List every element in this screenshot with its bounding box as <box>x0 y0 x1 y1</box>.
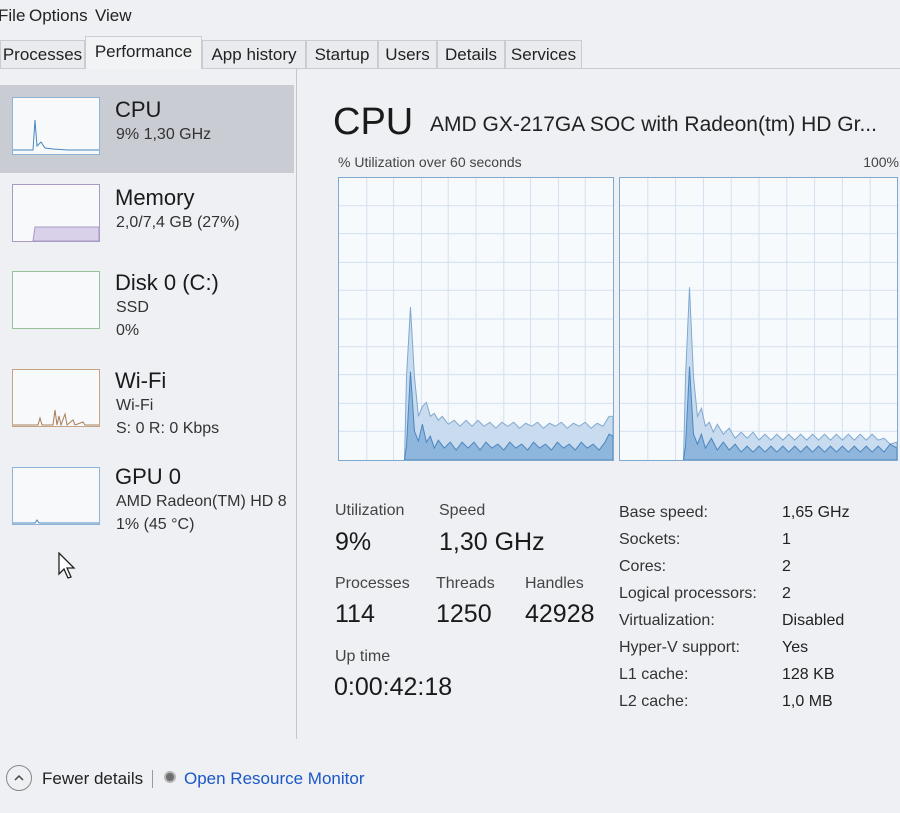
prop-label-hyperv: Hyper-V support: <box>619 639 740 656</box>
prop-label-virtualization: Virtualization: <box>619 612 715 629</box>
footer-bar: Fewer details Open Resource Monitor <box>0 740 900 813</box>
cpu-detail-panel: CPU AMD GX-217GA SOC with Radeon(tm) HD … <box>297 69 900 739</box>
resource-sidebar: CPU 9% 1,30 GHz Memory 2,0/7,4 GB (27%) … <box>0 69 297 739</box>
disk-thumbnail-graph <box>12 271 100 329</box>
sidebar-item-subtitle: Wi-Fi <box>116 397 154 414</box>
chevron-up-icon[interactable] <box>6 765 32 791</box>
fewer-details-button[interactable]: Fewer details <box>42 769 143 789</box>
sidebar-item-subtitle: AMD Radeon(TM) HD 8 <box>116 493 287 510</box>
sidebar-item-cpu[interactable]: CPU 9% 1,30 GHz <box>0 85 294 173</box>
prop-value-hyperv: Yes <box>782 639 809 656</box>
sidebar-item-title: Wi-Fi <box>115 368 167 393</box>
uptime-value: 0:00:42:18 <box>334 673 453 701</box>
sidebar-item-detail: S: 0 R: 0 Kbps <box>116 420 220 437</box>
speed-value: 1,30 GHz <box>439 528 545 556</box>
tab-details[interactable]: Details <box>437 40 505 68</box>
tab-bar: Processes Performance App history Startu… <box>0 36 900 69</box>
menu-bar: File Options View <box>0 0 900 30</box>
handles-value: 42928 <box>525 600 595 628</box>
tab-services[interactable]: Services <box>505 40 582 68</box>
threads-label: Threads <box>436 575 495 592</box>
prop-label-sockets: Sockets: <box>619 531 681 548</box>
tab-startup[interactable]: Startup <box>306 40 378 68</box>
uptime-label: Up time <box>335 648 391 665</box>
threads-value: 1250 <box>436 600 492 628</box>
sidebar-item-subtitle: 2,0/7,4 GB (27%) <box>116 214 240 231</box>
wifi-thumbnail-graph <box>12 369 100 427</box>
prop-value-cores: 2 <box>782 558 791 575</box>
tab-processes[interactable]: Processes <box>0 40 85 68</box>
core-1-utilization-graph <box>619 177 898 461</box>
prop-value-sockets: 1 <box>782 531 791 548</box>
sidebar-item-subtitle: 9% 1,30 GHz <box>116 126 212 143</box>
prop-value-base-speed: 1,65 GHz <box>782 504 850 521</box>
prop-value-l2-cache: 1,0 MB <box>782 693 833 710</box>
cpu-thumbnail-graph <box>12 97 100 155</box>
gpu-thumbnail-graph <box>12 467 100 525</box>
processes-label: Processes <box>335 575 410 592</box>
tab-users[interactable]: Users <box>378 40 437 68</box>
mouse-cursor-icon <box>58 552 76 579</box>
sidebar-item-title: GPU 0 <box>115 464 182 489</box>
resource-monitor-icon <box>164 771 176 783</box>
prop-label-cores: Cores: <box>619 558 667 575</box>
core-0-utilization-graph <box>338 177 614 461</box>
cpu-model-name: AMD GX-217GA SOC with Radeon(tm) HD Gr..… <box>430 113 877 136</box>
prop-value-logical-processors: 2 <box>782 585 791 602</box>
footer-divider <box>152 770 153 788</box>
sidebar-item-title: CPU <box>115 97 162 122</box>
sidebar-item-disk[interactable]: Disk 0 (C:) SSD 0% <box>0 259 294 347</box>
sidebar-item-wifi[interactable]: Wi-Fi Wi-Fi S: 0 R: 0 Kbps <box>0 357 294 445</box>
memory-thumbnail-graph <box>12 184 100 242</box>
open-resource-monitor-link[interactable]: Open Resource Monitor <box>184 769 364 789</box>
sidebar-item-detail: 0% <box>116 322 140 339</box>
graph-max-label: 100% <box>863 154 899 170</box>
menu-options[interactable]: Options <box>29 6 88 26</box>
utilization-label: Utilization <box>335 502 405 519</box>
sidebar-item-title: Disk 0 (C:) <box>115 270 219 295</box>
tab-performance[interactable]: Performance <box>85 36 202 69</box>
utilization-value: 9% <box>335 528 372 556</box>
sidebar-item-gpu[interactable]: GPU 0 AMD Radeon(TM) HD 8 1% (45 °C) <box>0 455 294 543</box>
prop-label-l2-cache: L2 cache: <box>619 693 689 710</box>
sidebar-item-memory[interactable]: Memory 2,0/7,4 GB (27%) <box>0 173 294 261</box>
tab-app-history[interactable]: App history <box>202 40 306 68</box>
sidebar-item-subtitle: SSD <box>116 299 149 316</box>
page-title: CPU <box>333 101 414 143</box>
speed-label: Speed <box>439 502 486 519</box>
menu-file[interactable]: File <box>0 6 25 26</box>
prop-value-l1-cache: 128 KB <box>782 666 835 683</box>
prop-label-logical-processors: Logical processors: <box>619 585 757 602</box>
handles-label: Handles <box>525 575 584 592</box>
processes-value: 114 <box>335 600 375 628</box>
sidebar-item-title: Memory <box>115 185 195 210</box>
graph-caption: % Utilization over 60 seconds <box>338 154 522 170</box>
sidebar-item-detail: 1% (45 °C) <box>116 516 195 533</box>
prop-value-virtualization: Disabled <box>782 612 845 629</box>
prop-label-l1-cache: L1 cache: <box>619 666 689 683</box>
menu-view[interactable]: View <box>95 6 132 26</box>
prop-label-base-speed: Base speed: <box>619 504 708 521</box>
